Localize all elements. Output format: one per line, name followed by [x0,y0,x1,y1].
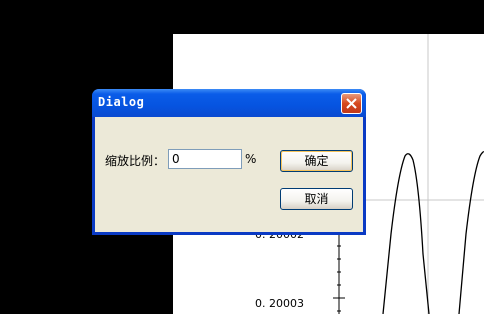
y-tick-label: 0. 20003 [255,297,304,310]
close-button[interactable] [341,93,362,114]
ok-button[interactable]: 确定 [280,150,353,172]
percent-unit: % [245,152,257,166]
title-bar[interactable]: Dialog [92,89,366,117]
waveform-line [458,151,484,314]
dialog-window: Dialog 缩放比例： % 确定 取消 [92,89,366,235]
cancel-button[interactable]: 取消 [280,188,353,210]
scale-input[interactable] [168,149,242,169]
scale-label: 缩放比例： [105,154,166,168]
waveform-line [382,153,430,314]
dialog-title: Dialog [98,95,145,109]
close-icon [346,98,357,109]
dialog-client: 缩放比例： % 确定 取消 [95,117,363,232]
